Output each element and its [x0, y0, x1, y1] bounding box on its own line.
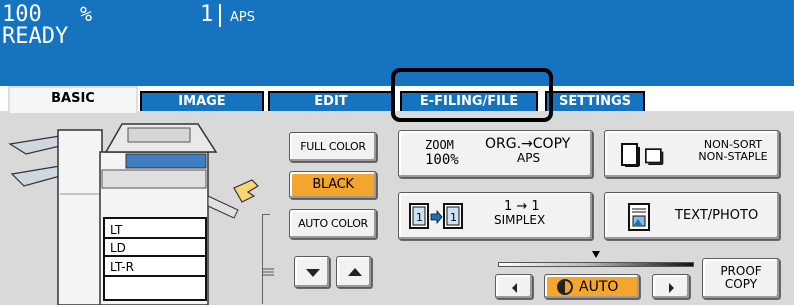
control-panel-strip	[125, 153, 207, 169]
duplex-mode-label: SIMPLEX	[494, 213, 546, 227]
text-photo-icon	[628, 203, 650, 231]
density-pointer-icon	[592, 251, 600, 258]
machine-status: READY	[2, 24, 69, 49]
proof-copy-label: PROOF COPY	[703, 265, 779, 291]
copy-count-divider	[219, 4, 221, 27]
proof-line-1: PROOF	[720, 264, 762, 278]
finisher-body	[57, 129, 103, 305]
duplex-button[interactable]: 1 1 1 → 1 SIMPLEX	[398, 192, 593, 240]
drawer-4	[103, 275, 207, 301]
svg-text:1: 1	[450, 211, 457, 224]
copier-illustration: LT LD LT-R	[8, 123, 259, 305]
zoom-readout: 100	[2, 2, 42, 27]
drawer-scroll-down-icon	[306, 269, 320, 277]
tab-image[interactable]: IMAGE	[140, 91, 264, 111]
duplex-icon: 1 1	[409, 203, 463, 229]
bypass-tray	[207, 195, 239, 219]
drawer-1-label: LT	[110, 223, 123, 237]
org-copy-paper: APS	[517, 151, 541, 165]
auto-density-icon	[557, 279, 573, 295]
svg-text:1: 1	[416, 211, 423, 224]
auto-density-label: AUTO	[579, 279, 619, 295]
finishing-label: NON-SORT NON-STAPLE	[691, 139, 775, 163]
zoom-button[interactable]: ZOOM 100% ORG.→COPY APS	[398, 130, 593, 178]
proof-copy-button[interactable]: PROOF COPY	[702, 258, 780, 299]
finisher-tray-lower	[10, 165, 61, 187]
drawer-scroll-up-button[interactable]	[336, 256, 372, 288]
finishing-line-2: NON-STAPLE	[698, 150, 768, 163]
org-copy-label: ORG.→COPY	[485, 136, 571, 152]
original-mode-button[interactable]: TEXT/PHOTO	[604, 192, 780, 240]
zoom-value: 100%	[425, 152, 459, 168]
copy-count: 1	[200, 2, 214, 27]
tab-settings[interactable]: SETTINGS	[545, 91, 645, 111]
density-lighter-icon	[512, 283, 517, 293]
proof-line-2: COPY	[724, 277, 758, 291]
bypass-hand-icon	[233, 179, 259, 203]
drawer-3-label: LT-R	[110, 260, 134, 274]
drawer-scroll-up-icon	[348, 268, 362, 276]
tab-basic[interactable]: BASIC	[8, 86, 138, 113]
original-mode-label: TEXT/PHOTO	[675, 208, 759, 223]
drawer-scroll-down-button[interactable]	[294, 256, 330, 288]
auto-density-button[interactable]: AUTO	[544, 274, 640, 299]
duplex-mode-arrow: 1 → 1	[504, 199, 540, 214]
sort-icon	[621, 143, 640, 167]
black-button[interactable]: BLACK	[289, 171, 377, 199]
finishing-button[interactable]: NON-SORT NON-STAPLE	[604, 130, 780, 178]
density-gradient	[498, 262, 694, 267]
auto-color-button[interactable]: AUTO COLOR	[289, 209, 377, 239]
drawer-2-label: LD	[110, 241, 126, 255]
tab-e-filing-file[interactable]: E-FILING/FILE	[400, 91, 538, 111]
zoom-unit: %	[80, 2, 93, 26]
feeder-tray	[127, 127, 191, 143]
density-darker-button[interactable]	[652, 274, 690, 299]
status-header: 100 % 1 APS READY	[0, 0, 794, 86]
paper-stack-icon	[262, 268, 274, 276]
density-darker-icon	[669, 283, 674, 293]
zoom-label: ZOOM	[425, 138, 454, 152]
full-color-button[interactable]: FULL COLOR	[289, 132, 377, 162]
density-lighter-button[interactable]	[495, 274, 533, 299]
sort-icon-stack	[645, 148, 664, 165]
finisher-tray-upper	[8, 135, 61, 155]
density-scale	[498, 251, 694, 270]
bypass-indicator-line	[262, 214, 270, 304]
paper-size-readout: APS	[230, 10, 255, 25]
tab-edit[interactable]: EDIT	[268, 91, 394, 111]
